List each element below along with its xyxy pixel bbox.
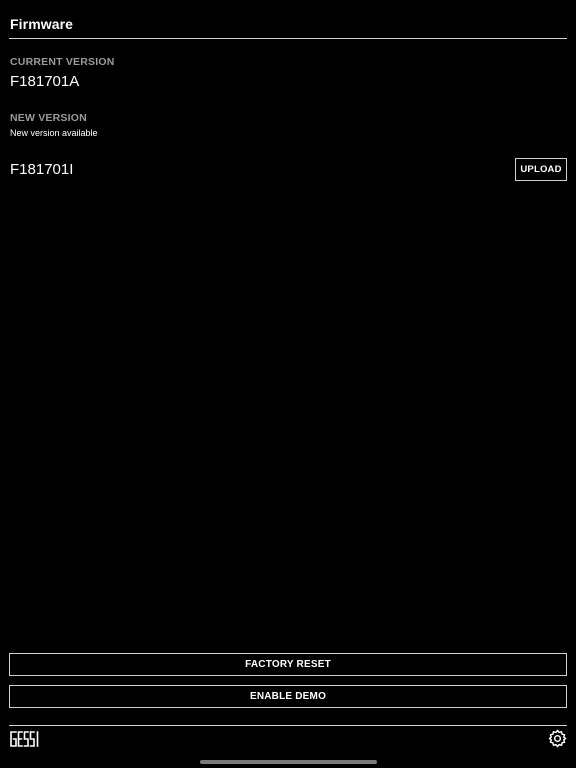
new-version-value: F181701I bbox=[10, 161, 74, 178]
upload-button[interactable]: UPLOAD bbox=[515, 158, 567, 181]
gear-icon[interactable] bbox=[548, 729, 567, 748]
new-version-note: New version available bbox=[10, 128, 98, 138]
footer-divider bbox=[9, 725, 567, 726]
factory-reset-button[interactable]: FACTORY RESET bbox=[9, 653, 567, 676]
current-version-label: CURRENT VERSION bbox=[10, 56, 115, 68]
page-title: Firmware bbox=[10, 16, 74, 32]
new-version-label: NEW VERSION bbox=[10, 112, 87, 124]
home-indicator bbox=[200, 760, 377, 764]
enable-demo-button[interactable]: ENABLE DEMO bbox=[9, 685, 567, 708]
current-version-value: F181701A bbox=[10, 73, 80, 90]
header-divider bbox=[9, 38, 567, 39]
gessi-logo bbox=[10, 731, 39, 747]
